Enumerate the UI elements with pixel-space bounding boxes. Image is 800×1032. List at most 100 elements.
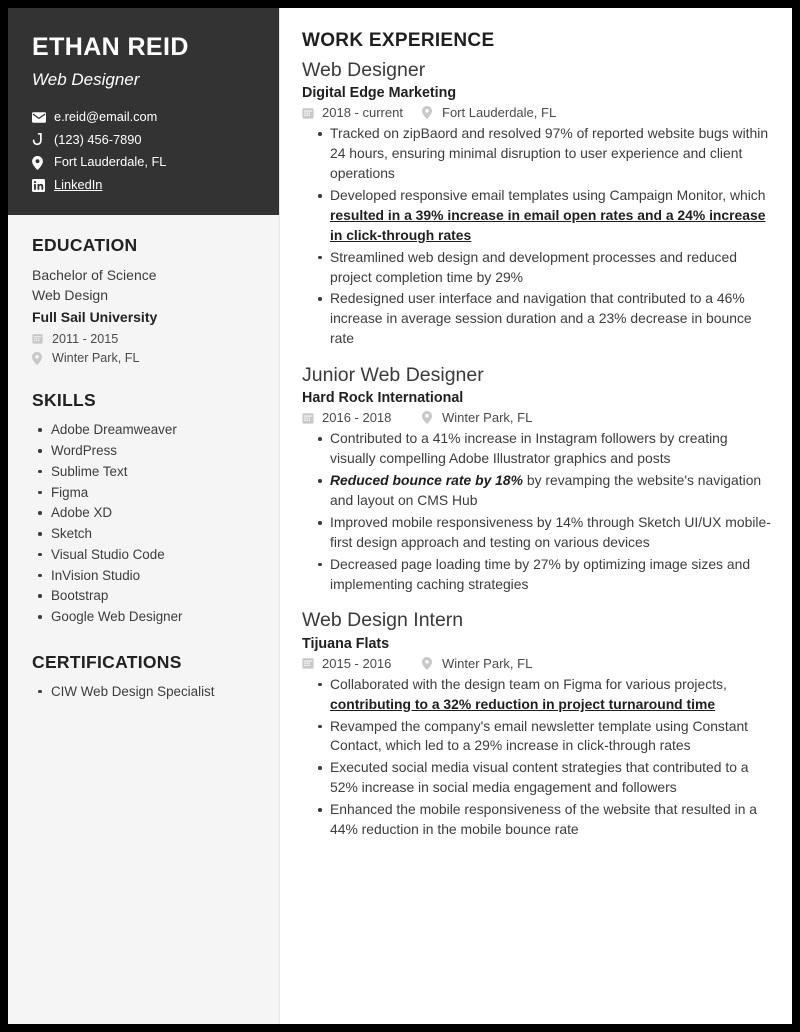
job-meta: 2015 - 2016 Winter Park, FL bbox=[302, 656, 772, 671]
job-entry: Web Design Intern Tijuana Flats 2015 - 201… bbox=[302, 608, 772, 839]
map-pin-icon bbox=[32, 351, 48, 365]
bullet-text-part: Executed social media visual content str… bbox=[330, 759, 749, 796]
bullet-text-part: Collaborated with the design team on Fig… bbox=[330, 675, 727, 692]
skill-item: Google Web Designer bbox=[38, 607, 255, 628]
job-location: Fort Lauderdale, FL bbox=[442, 105, 557, 121]
job-location: Winter Park, FL bbox=[442, 655, 533, 671]
job-bullet: Enhanced the mobile responsiveness of th… bbox=[318, 800, 772, 840]
job-company: Tijuana Flats bbox=[302, 635, 390, 652]
skill-item: Visual Studio Code bbox=[38, 545, 255, 566]
job-dates-group: 2015 - 2016 bbox=[302, 656, 422, 671]
education-location-row: Winter Park, FL bbox=[32, 350, 255, 366]
education-location: Winter Park, FL bbox=[52, 350, 140, 365]
skill-item: Adobe Dreamweaver bbox=[38, 420, 255, 441]
calendar-icon bbox=[32, 333, 48, 344]
job-location-group: Winter Park, FL bbox=[422, 410, 532, 425]
job-title: Web Design Intern bbox=[302, 609, 464, 632]
map-pin-icon bbox=[32, 155, 49, 170]
phone-icon bbox=[32, 133, 49, 146]
skill-item: WordPress bbox=[38, 441, 255, 462]
skill-item: Sublime Text bbox=[38, 462, 255, 483]
contact-list: e.reid@email.com (123) 456-7890 Fort Laude… bbox=[32, 109, 255, 194]
map-pin-gray-icon bbox=[422, 106, 438, 120]
education-degree-line1: Bachelor of Science bbox=[32, 267, 157, 283]
job-bullet: Improved mobile responsiveness by 14% th… bbox=[318, 513, 772, 553]
contact-value: Fort Lauderdale, FL bbox=[54, 154, 167, 170]
sidebar-header: ETHAN REID Web Designer e.reid@email.com… bbox=[8, 8, 279, 215]
contact-row: e.reid@email.com bbox=[32, 109, 255, 126]
job-bullet: Redesigned user interface and navigation… bbox=[318, 289, 772, 349]
bullet-text-part: Developed responsive email templates usi… bbox=[330, 187, 766, 204]
contact-value: (123) 456-7890 bbox=[54, 131, 142, 147]
education-degree-line2: Web Design bbox=[32, 287, 109, 304]
skills-heading: SKILLS bbox=[32, 390, 97, 411]
job-bullet-list: Collaborated with the design team on Fig… bbox=[302, 675, 772, 840]
certifications-heading: CERTIFICATIONS bbox=[32, 651, 182, 672]
sidebar: ETHAN REID Web Designer e.reid@email.com… bbox=[8, 8, 280, 1024]
job-bullet: Decreased page loading time by 27% by op… bbox=[318, 555, 772, 595]
candidate-role: Web Designer bbox=[32, 69, 140, 89]
contact-row: (123) 456-7890 bbox=[32, 132, 255, 149]
job-list: Web Designer Digital Edge Marketing 2018 -… bbox=[302, 58, 772, 840]
candidate-name: ETHAN REID bbox=[32, 33, 189, 61]
job-dates: 2018 - current bbox=[322, 105, 403, 121]
contact-row: Fort Lauderdale, FL bbox=[32, 154, 255, 171]
map-pin-gray-icon bbox=[422, 656, 438, 670]
skill-item: Sketch bbox=[38, 524, 255, 545]
education-dates-row: 2011 - 2015 bbox=[32, 331, 255, 347]
map-pin-gray-icon bbox=[422, 411, 438, 425]
job-entry: Junior Web Designer Hard Rock Internation… bbox=[302, 363, 772, 594]
job-bullet: Streamlined web design and development p… bbox=[318, 248, 772, 288]
bullet-text-part: Streamlined web design and development p… bbox=[330, 248, 737, 285]
job-bullet: Reduced bounce rate by 18% by revamping … bbox=[318, 471, 772, 511]
bullet-text-part: Redesigned user interface and navigation… bbox=[330, 290, 752, 347]
certification-item: CIW Web Design Specialist bbox=[38, 682, 255, 703]
education-school: Full Sail University bbox=[32, 308, 158, 325]
job-meta: 2018 - current Fort Lauderdale, FL bbox=[302, 105, 772, 120]
job-title: Junior Web Designer bbox=[302, 364, 484, 387]
bullet-text-part: Contributed to a 41% increase in Instagr… bbox=[330, 430, 728, 467]
job-dates: 2016 - 2018 bbox=[322, 410, 392, 426]
skill-item: Figma bbox=[38, 483, 255, 504]
certifications-section: CERTIFICATIONS CIW Web Design Specialist bbox=[32, 652, 255, 703]
resume-page: ETHAN REID Web Designer e.reid@email.com… bbox=[8, 8, 792, 1024]
contact-value: e.reid@email.com bbox=[54, 109, 158, 125]
calendar-icon bbox=[302, 107, 318, 119]
job-company: Digital Edge Marketing bbox=[302, 85, 457, 102]
job-entry: Web Designer Digital Edge Marketing 2018 -… bbox=[302, 58, 772, 349]
job-dates-group: 2018 - current bbox=[302, 105, 422, 120]
job-dates: 2015 - 2016 bbox=[322, 655, 392, 671]
job-bullet-list: Contributed to a 41% increase in Instagr… bbox=[302, 429, 772, 594]
job-bullet-list: Tracked on zipBaord and resolved 97% of … bbox=[302, 124, 772, 349]
job-bullet: Contributed to a 41% increase in Instagr… bbox=[318, 429, 772, 469]
contact-row[interactable]: LinkedIn bbox=[32, 177, 255, 194]
education-heading: EDUCATION bbox=[32, 235, 138, 255]
job-bullet: Tracked on zipBaord and resolved 97% of … bbox=[318, 124, 772, 184]
calendar-icon bbox=[302, 657, 318, 669]
bullet-text-part: Revamped the company's email newsletter … bbox=[330, 717, 749, 754]
bullet-text-part: Reduced bounce rate by 18% bbox=[330, 472, 523, 489]
work-experience-heading: WORK EXPERIENCE bbox=[302, 30, 495, 51]
job-location: Winter Park, FL bbox=[442, 410, 533, 426]
main-column: WORK EXPERIENCE Web Designer Digital Edge… bbox=[280, 8, 792, 1024]
contact-value[interactable]: LinkedIn bbox=[54, 177, 102, 194]
linkedin-icon bbox=[32, 178, 49, 192]
education-section: EDUCATION Bachelor of Science Web Design… bbox=[32, 235, 255, 366]
job-bullet: Collaborated with the design team on Fig… bbox=[318, 675, 772, 715]
bullet-text-part: Tracked on zipBaord and resolved 97% of … bbox=[330, 125, 769, 182]
skill-item: Adobe XD bbox=[38, 503, 255, 524]
job-location-group: Fort Lauderdale, FL bbox=[422, 105, 556, 120]
job-location-group: Winter Park, FL bbox=[422, 656, 532, 671]
calendar-icon bbox=[302, 412, 318, 424]
sidebar-body: EDUCATION Bachelor of Science Web Design… bbox=[8, 215, 279, 703]
bullet-text-part: resulted in a 39% increase in email open… bbox=[330, 206, 766, 243]
skill-item: Bootstrap bbox=[38, 586, 255, 607]
envelope-icon bbox=[32, 112, 49, 123]
education-dates: 2011 - 2015 bbox=[52, 331, 119, 346]
job-bullet: Executed social media visual content str… bbox=[318, 758, 772, 798]
skill-item: InVision Studio bbox=[38, 566, 255, 587]
job-bullet: Revamped the company's email newsletter … bbox=[318, 717, 772, 757]
bullet-text-part: Enhanced the mobile responsiveness of th… bbox=[330, 801, 758, 837]
